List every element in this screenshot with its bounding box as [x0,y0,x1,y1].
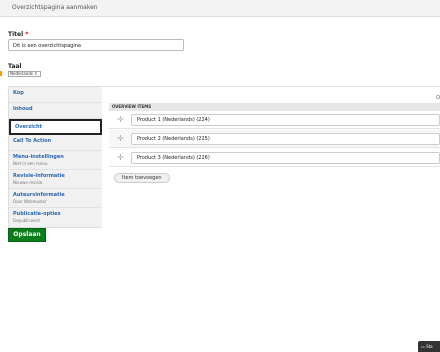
tab-call-to-action[interactable]: Call To Action [9,135,102,151]
tab-summary: Gepubliceerd [13,218,40,223]
add-item-button[interactable]: Item toevoegen [114,173,170,183]
tab-revisie-informatie[interactable]: Revisie-informatie Nieuwe revisie [9,170,102,189]
title-input[interactable]: Dit is een overzichtspagina [8,39,184,51]
overview-item-row: ✛ Product 3 (Nederlands) (226) [109,149,440,167]
tab-label: Publicatie-opties [13,211,61,217]
page-header: Overzichtspagina aanmaken [0,0,440,17]
tab-overzicht[interactable]: Overzicht [9,119,102,135]
overview-item-field[interactable]: Product 3 (Nederlands) (226) [131,152,440,164]
overview-item-field[interactable]: Product 1 (Nederlands) (224) [131,114,440,126]
vertical-tabs: Kop Inhoud Overzicht Call To Action Menu… [8,86,102,228]
tab-label: Call To Action [13,138,52,144]
drag-handle-icon[interactable]: ✛ [117,116,124,124]
tab-label: Kop [13,90,24,96]
tab-label: Inhoud [13,106,33,112]
tab-summary: Nieuwe revisie [13,180,43,185]
tab-label: Overzicht [15,124,42,130]
language-select[interactable]: Nederlands ⇕ [8,71,41,77]
drag-handle-icon[interactable]: ✛ [117,135,124,143]
tab-panel-overzicht: O OVERVIEW ITEMS ✛ Product 1 (Nederlands… [102,86,440,222]
tab-label: Revisie-informatie [13,173,65,179]
language-label: Taal [8,63,22,70]
title-label-text: Titel [8,31,24,38]
panel-corner-text: O [436,95,440,101]
overview-item-row: ✛ Product 1 (Nederlands) (224) [109,111,440,129]
tab-menu-instellingen[interactable]: Menu-instellingen Niet in een menu [9,151,102,170]
tab-auteursinformatie[interactable]: Auteursinformatie Door Webmaster [9,189,102,208]
tab-kop[interactable]: Kop [9,87,102,103]
chat-icon: ▭ [421,344,425,349]
status-button-label: Sta [426,344,433,349]
overview-item-field[interactable]: Product 2 (Nederlands) (225) [131,133,440,145]
tab-inhoud[interactable]: Inhoud [9,103,102,119]
tab-publicatie-opties[interactable]: Publicatie-opties Gepubliceerd [9,208,102,227]
page-title: Overzichtspagina aanmaken [12,4,98,11]
overview-items-header: OVERVIEW ITEMS [109,103,440,111]
drag-handle-icon[interactable]: ✛ [117,154,124,162]
tab-summary: Niet in een menu [13,161,48,166]
language-indicator [0,71,2,76]
title-label: Titel * [8,31,28,38]
save-button[interactable]: Opslaan [8,228,46,242]
required-marker: * [25,31,29,38]
tab-label: Auteursinformatie [13,192,65,198]
status-button[interactable]: ▭ Sta [418,341,440,352]
tab-summary: Door Webmaster [13,199,47,204]
overview-item-row: ✛ Product 2 (Nederlands) (225) [109,130,440,148]
tab-label: Menu-instellingen [13,154,64,160]
